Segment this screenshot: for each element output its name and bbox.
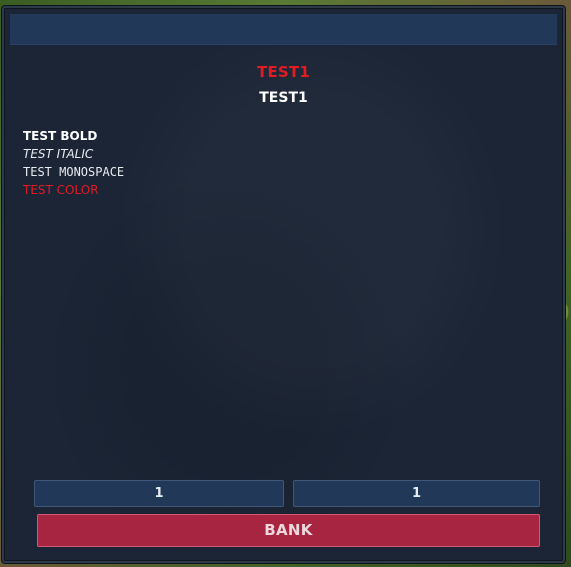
monospace-text-line: TEST MONOSPACE (23, 165, 125, 179)
dialog-window: TEST1 TEST1 TEST BOLD TEST ITALIC TEST M… (2, 6, 565, 563)
italic-text-line: TEST ITALIC (23, 147, 94, 161)
colored-text-line: TEST COLOR (23, 183, 99, 197)
heading-white: TEST1 (259, 90, 308, 106)
bank-button[interactable]: BANK (37, 514, 540, 547)
heading-red: TEST1 (257, 63, 310, 81)
quantity-button-left[interactable]: 1 (34, 480, 284, 507)
formatted-text-block: TEST BOLD TEST ITALIC TEST MONOSPACE TES… (23, 127, 124, 199)
bold-text-line: TEST BOLD (23, 129, 98, 143)
window-titlebar (10, 14, 557, 45)
quantity-button-right[interactable]: 1 (293, 480, 540, 507)
